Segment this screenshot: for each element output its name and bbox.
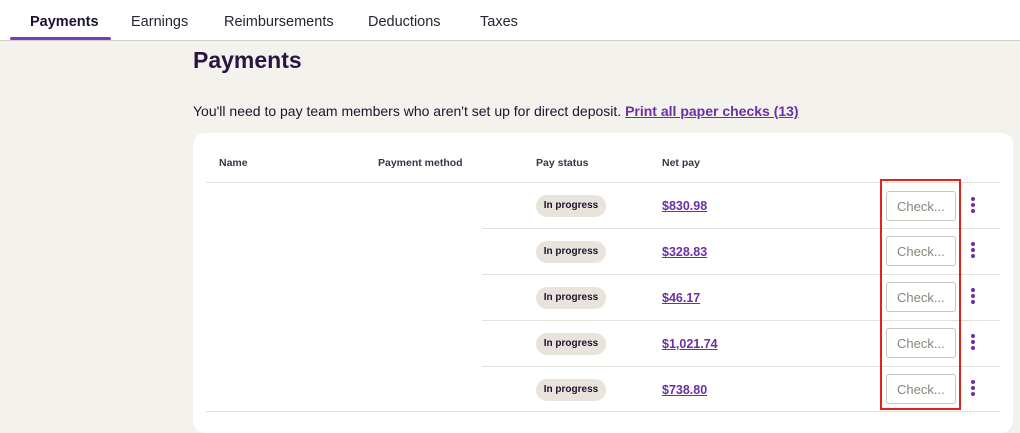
status-badge: In progress [536,379,606,401]
tab-bar: Payments Earnings Reimbursements Deducti… [0,0,1020,41]
row-divider [482,320,1000,321]
header-pay-status: Pay status [536,157,589,169]
more-options-icon[interactable] [966,333,980,353]
paper-check-notice: You'll need to pay team members who aren… [193,103,799,119]
more-options-icon[interactable] [966,379,980,399]
status-badge: In progress [536,195,606,217]
tab-deductions[interactable]: Deductions [368,0,441,41]
print-paper-checks-link[interactable]: Print all paper checks (13) [625,103,799,119]
tab-taxes[interactable]: Taxes [480,0,518,41]
check-number-input[interactable] [886,191,956,221]
tab-reimbursements[interactable]: Reimbursements [224,0,334,41]
net-pay-link[interactable]: $738.80 [662,383,707,397]
row-divider [206,411,1000,412]
net-pay-link[interactable]: $830.98 [662,199,707,213]
row-divider [482,228,1000,229]
row-divider [482,366,1000,367]
check-number-input[interactable] [886,282,956,312]
status-badge: In progress [536,241,606,263]
status-badge: In progress [536,333,606,355]
status-badge: In progress [536,287,606,309]
header-payment-method: Payment method [378,157,463,169]
header-name: Name [219,157,248,169]
header-net-pay: Net pay [662,157,700,169]
header-divider [206,182,1000,183]
more-options-icon[interactable] [966,196,980,216]
tab-earnings[interactable]: Earnings [131,0,188,41]
check-number-input[interactable] [886,374,956,404]
net-pay-link[interactable]: $328.83 [662,245,707,259]
more-options-icon[interactable] [966,241,980,261]
check-number-input[interactable] [886,328,956,358]
tab-payments[interactable]: Payments [30,0,99,41]
net-pay-link[interactable]: $1,021.74 [662,337,718,351]
check-number-input[interactable] [886,236,956,266]
row-divider [482,274,1000,275]
active-tab-indicator [10,37,111,40]
page-title: Payments [193,47,302,73]
more-options-icon[interactable] [966,287,980,307]
notice-text: You'll need to pay team members who aren… [193,103,622,119]
net-pay-link[interactable]: $46.17 [662,291,700,305]
